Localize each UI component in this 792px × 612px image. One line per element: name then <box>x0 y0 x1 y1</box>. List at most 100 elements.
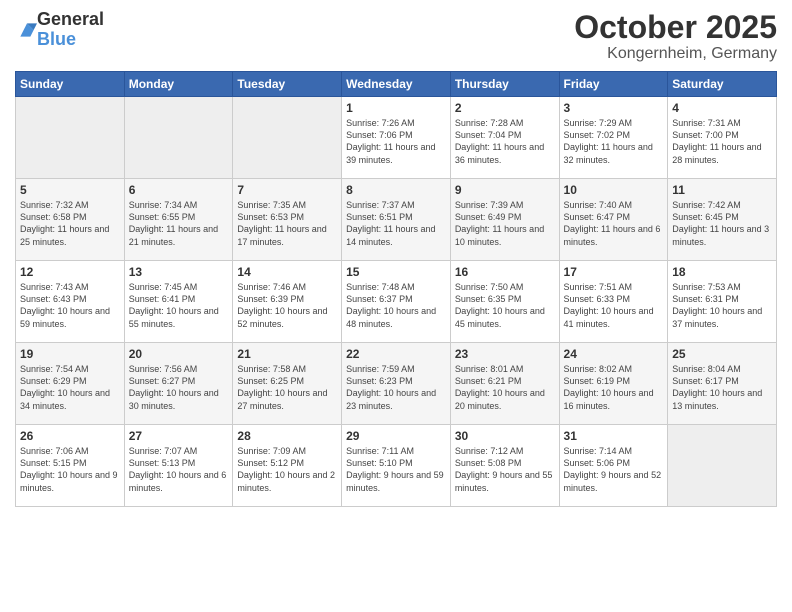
day-number: 12 <box>20 265 120 279</box>
calendar-cell: 9 Sunrise: 7:39 AMSunset: 6:49 PMDaylight… <box>450 179 559 261</box>
calendar-cell <box>668 425 777 507</box>
cell-content: Sunrise: 7:39 AMSunset: 6:49 PMDaylight:… <box>455 199 555 248</box>
logo-icon <box>17 20 37 40</box>
day-number: 31 <box>564 429 664 443</box>
calendar-cell: 17 Sunrise: 7:51 AMSunset: 6:33 PMDayligh… <box>559 261 668 343</box>
calendar-cell: 8 Sunrise: 7:37 AMSunset: 6:51 PMDaylight… <box>342 179 451 261</box>
day-number: 22 <box>346 347 446 361</box>
cell-content: Sunrise: 8:04 AMSunset: 6:17 PMDaylight:… <box>672 363 772 412</box>
day-number: 15 <box>346 265 446 279</box>
calendar-row: 12 Sunrise: 7:43 AMSunset: 6:43 PMDayligh… <box>16 261 777 343</box>
weekday-header-tuesday: Tuesday <box>233 72 342 97</box>
day-number: 2 <box>455 101 555 115</box>
calendar-cell: 24 Sunrise: 8:02 AMSunset: 6:19 PMDayligh… <box>559 343 668 425</box>
title-block: October 2025 Kongernheim, Germany <box>574 10 777 63</box>
cell-content: Sunrise: 7:59 AMSunset: 6:23 PMDaylight:… <box>346 363 446 412</box>
calendar-cell: 20Sunrise: 7:56 AMSunset: 6:27 PMDayligh… <box>124 343 233 425</box>
calendar-cell: 14 Sunrise: 7:46 AMSunset: 6:39 PMDayligh… <box>233 261 342 343</box>
cell-content: Sunrise: 7:31 AMSunset: 7:00 PMDaylight:… <box>672 117 772 166</box>
calendar-cell: 16Sunrise: 7:50 AMSunset: 6:35 PMDayligh… <box>450 261 559 343</box>
cell-content: Sunrise: 7:54 AMSunset: 6:29 PMDaylight:… <box>20 363 120 412</box>
page-header: General Blue October 2025 Kongernheim, G… <box>15 10 777 63</box>
day-number: 10 <box>564 183 664 197</box>
cell-content: Sunrise: 7:40 AMSunset: 6:47 PMDaylight:… <box>564 199 664 248</box>
cell-content: Sunrise: 8:02 AMSunset: 6:19 PMDaylight:… <box>564 363 664 412</box>
day-number: 8 <box>346 183 446 197</box>
calendar-cell <box>233 97 342 179</box>
day-number: 3 <box>564 101 664 115</box>
calendar-cell <box>124 97 233 179</box>
logo-blue: Blue <box>37 30 104 50</box>
calendar-cell <box>16 97 125 179</box>
day-number: 13 <box>129 265 229 279</box>
cell-content: Sunrise: 7:34 AMSunset: 6:55 PMDaylight:… <box>129 199 229 248</box>
cell-content: Sunrise: 7:42 AMSunset: 6:45 PMDaylight:… <box>672 199 772 248</box>
cell-content: Sunrise: 7:51 AMSunset: 6:33 PMDaylight:… <box>564 281 664 330</box>
calendar-cell: 22 Sunrise: 7:59 AMSunset: 6:23 PMDayligh… <box>342 343 451 425</box>
calendar-cell: 29Sunrise: 7:11 AMSunset: 5:10 PMDayligh… <box>342 425 451 507</box>
calendar-cell: 26 Sunrise: 7:06 AMSunset: 5:15 PMDayligh… <box>16 425 125 507</box>
calendar-cell: 1Sunrise: 7:26 AMSunset: 7:06 PMDaylight… <box>342 97 451 179</box>
day-number: 28 <box>237 429 337 443</box>
calendar-cell: 28 Sunrise: 7:09 AMSunset: 5:12 PMDayligh… <box>233 425 342 507</box>
calendar-row: 19Sunrise: 7:54 AMSunset: 6:29 PMDayligh… <box>16 343 777 425</box>
calendar-cell: 27 Sunrise: 7:07 AMSunset: 5:13 PMDayligh… <box>124 425 233 507</box>
day-number: 9 <box>455 183 555 197</box>
day-number: 17 <box>564 265 664 279</box>
calendar-cell: 15 Sunrise: 7:48 AMSunset: 6:37 PMDayligh… <box>342 261 451 343</box>
cell-content: Sunrise: 7:09 AMSunset: 5:12 PMDaylight:… <box>237 445 337 494</box>
cell-content: Sunrise: 7:53 AMSunset: 6:31 PMDaylight:… <box>672 281 772 330</box>
calendar-cell: 2Sunrise: 7:28 AMSunset: 7:04 PMDaylight… <box>450 97 559 179</box>
cell-content: Sunrise: 7:06 AMSunset: 5:15 PMDaylight:… <box>20 445 120 494</box>
calendar-cell: 21 Sunrise: 7:58 AMSunset: 6:25 PMDayligh… <box>233 343 342 425</box>
calendar-cell: 10 Sunrise: 7:40 AMSunset: 6:47 PMDayligh… <box>559 179 668 261</box>
weekday-header-saturday: Saturday <box>668 72 777 97</box>
cell-content: Sunrise: 7:07 AMSunset: 5:13 PMDaylight:… <box>129 445 229 494</box>
cell-content: Sunrise: 7:32 AMSunset: 6:58 PMDaylight:… <box>20 199 120 248</box>
cell-content: Sunrise: 8:01 AMSunset: 6:21 PMDaylight:… <box>455 363 555 412</box>
cell-content: Sunrise: 7:48 AMSunset: 6:37 PMDaylight:… <box>346 281 446 330</box>
cell-content: Sunrise: 7:45 AMSunset: 6:41 PMDaylight:… <box>129 281 229 330</box>
cell-content: Sunrise: 7:58 AMSunset: 6:25 PMDaylight:… <box>237 363 337 412</box>
location: Kongernheim, Germany <box>574 45 777 63</box>
day-number: 21 <box>237 347 337 361</box>
day-number: 20 <box>129 347 229 361</box>
day-number: 7 <box>237 183 337 197</box>
day-number: 29 <box>346 429 446 443</box>
day-number: 4 <box>672 101 772 115</box>
day-number: 27 <box>129 429 229 443</box>
calendar-row: 5Sunrise: 7:32 AMSunset: 6:58 PMDaylight… <box>16 179 777 261</box>
calendar-row: 26 Sunrise: 7:06 AMSunset: 5:15 PMDayligh… <box>16 425 777 507</box>
day-number: 26 <box>20 429 120 443</box>
cell-content: Sunrise: 7:26 AMSunset: 7:06 PMDaylight:… <box>346 117 446 166</box>
calendar-cell: 30Sunrise: 7:12 AMSunset: 5:08 PMDayligh… <box>450 425 559 507</box>
calendar-cell: 3 Sunrise: 7:29 AMSunset: 7:02 PMDaylight… <box>559 97 668 179</box>
day-number: 16 <box>455 265 555 279</box>
month-title: October 2025 <box>574 10 777 45</box>
weekday-header-thursday: Thursday <box>450 72 559 97</box>
cell-content: Sunrise: 7:12 AMSunset: 5:08 PMDaylight:… <box>455 445 555 494</box>
calendar-cell: 6 Sunrise: 7:34 AMSunset: 6:55 PMDaylight… <box>124 179 233 261</box>
day-number: 18 <box>672 265 772 279</box>
cell-content: Sunrise: 7:35 AMSunset: 6:53 PMDaylight:… <box>237 199 337 248</box>
calendar-cell: 11Sunrise: 7:42 AMSunset: 6:45 PMDayligh… <box>668 179 777 261</box>
day-number: 6 <box>129 183 229 197</box>
logo: General Blue <box>15 10 104 50</box>
calendar-cell: 5Sunrise: 7:32 AMSunset: 6:58 PMDaylight… <box>16 179 125 261</box>
logo-text: General Blue <box>37 10 104 50</box>
day-number: 25 <box>672 347 772 361</box>
calendar-cell: 4 Sunrise: 7:31 AMSunset: 7:00 PMDaylight… <box>668 97 777 179</box>
calendar-cell: 12 Sunrise: 7:43 AMSunset: 6:43 PMDayligh… <box>16 261 125 343</box>
cell-content: Sunrise: 7:29 AMSunset: 7:02 PMDaylight:… <box>564 117 664 166</box>
day-number: 23 <box>455 347 555 361</box>
weekday-header-wednesday: Wednesday <box>342 72 451 97</box>
calendar-cell: 18 Sunrise: 7:53 AMSunset: 6:31 PMDayligh… <box>668 261 777 343</box>
calendar-cell: 13 Sunrise: 7:45 AMSunset: 6:41 PMDayligh… <box>124 261 233 343</box>
calendar-cell: 19Sunrise: 7:54 AMSunset: 6:29 PMDayligh… <box>16 343 125 425</box>
cell-content: Sunrise: 7:43 AMSunset: 6:43 PMDaylight:… <box>20 281 120 330</box>
day-number: 24 <box>564 347 664 361</box>
cell-content: Sunrise: 7:37 AMSunset: 6:51 PMDaylight:… <box>346 199 446 248</box>
weekday-header-sunday: Sunday <box>16 72 125 97</box>
cell-content: Sunrise: 7:46 AMSunset: 6:39 PMDaylight:… <box>237 281 337 330</box>
day-number: 14 <box>237 265 337 279</box>
